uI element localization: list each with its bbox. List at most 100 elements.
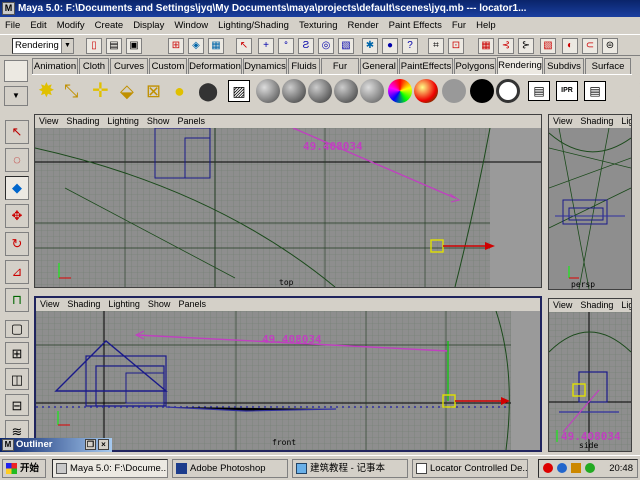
viewport-menu-lighting[interactable]: Lighting <box>104 298 144 311</box>
handle-mask-icon[interactable]: + <box>258 38 274 54</box>
spot-light-icon[interactable]: ⬙ <box>120 79 134 103</box>
shelf-tab-deformation[interactable]: Deformation <box>188 58 242 74</box>
four-pane-layout-icon[interactable]: ⊞ <box>5 342 29 364</box>
select-object-icon[interactable]: ◈ <box>188 38 204 54</box>
move-tool-icon[interactable]: ✥ <box>5 204 29 228</box>
shelf-tab-fur[interactable]: Fur <box>321 58 359 74</box>
curve-mask-icon[interactable]: Ƨ <box>298 38 314 54</box>
snap-grid-icon[interactable]: ⌗ <box>428 38 444 54</box>
viewport-menu-shading[interactable]: Shading <box>63 298 104 311</box>
viewport-side[interactable]: ViewShadingLighting 49.408034 side <box>548 298 632 452</box>
new-scene-icon[interactable]: ▯ <box>86 38 102 54</box>
taskbar-item-photoshop[interactable]: Adobe Photoshop <box>172 459 288 478</box>
viewport-menu-shading[interactable]: Shading <box>576 299 617 312</box>
hypershade-icon[interactable]: ▨ <box>228 80 250 102</box>
taskbar-item-notepad[interactable]: 建筑教程 - 记事本 <box>292 459 408 478</box>
menu-texturing[interactable]: Texturing <box>294 17 343 34</box>
menu-modify[interactable]: Modify <box>52 17 90 34</box>
menu-lighting-shading[interactable]: Lighting/Shading <box>213 17 294 34</box>
point-light-icon[interactable]: ✛ <box>92 79 109 103</box>
open-scene-icon[interactable]: ▤ <box>106 38 122 54</box>
shelf-tab-dynamics[interactable]: Dynamics <box>243 58 287 74</box>
area-light-icon[interactable]: ⊠ <box>146 79 161 103</box>
viewport-menu-lighting[interactable]: Lighting <box>617 299 631 312</box>
shelf-tab-animation[interactable]: Animation <box>32 58 78 74</box>
select-hierarchy-icon[interactable]: ⊞ <box>168 38 184 54</box>
deformer-mask-icon[interactable]: ▧ <box>338 38 354 54</box>
anisotropic-shader-icon[interactable] <box>360 79 384 103</box>
directional-light-icon[interactable]: ⤡ <box>64 79 78 103</box>
camera-icon[interactable]: ⬤ <box>198 79 218 103</box>
shelf-tab-cloth[interactable]: Cloth <box>79 58 109 74</box>
rendering-mask-icon[interactable]: ● <box>382 38 398 54</box>
select-mask-icon[interactable]: ↖ <box>236 38 252 54</box>
shelf-menu-button[interactable] <box>4 60 28 82</box>
phonge-shader-icon[interactable] <box>334 79 358 103</box>
shelf-tab-subdivs[interactable]: Subdivs <box>544 58 584 74</box>
use-background-icon[interactable] <box>470 79 494 103</box>
layered-shader-icon[interactable] <box>388 79 412 103</box>
single-pane-layout-icon[interactable]: ▢ <box>5 320 29 338</box>
lambert-shader-icon[interactable] <box>282 79 306 103</box>
taskbar-item-locator-doc[interactable]: Locator Controlled De... <box>412 459 528 478</box>
surface-shader-icon[interactable] <box>442 79 466 103</box>
viewport-menu-view[interactable]: View <box>36 298 63 311</box>
menu-display[interactable]: Display <box>128 17 169 34</box>
rotate-tool-icon[interactable]: ↻ <box>5 232 29 256</box>
ipr-render-shelf-icon[interactable]: IPR <box>556 81 578 101</box>
outliner-window-title[interactable]: M Outliner ❐ × <box>0 438 112 452</box>
render-globals-shelf-icon[interactable]: ▤ <box>584 81 606 101</box>
taskbar-item-maya[interactable]: Maya 5.0: F:\Docume... <box>52 459 168 478</box>
menuset-dropdown[interactable]: Rendering ▼ <box>12 38 74 54</box>
select-component-icon[interactable]: ▦ <box>208 38 224 54</box>
tray-icon[interactable] <box>543 463 553 473</box>
shelf-tab-custom[interactable]: Custom <box>149 58 187 74</box>
shelf-tab-fluids[interactable]: Fluids <box>288 58 320 74</box>
viewport-menu-view[interactable]: View <box>549 115 576 128</box>
viewport-menu-show[interactable]: Show <box>143 115 174 128</box>
shelf-tab-general[interactable]: General <box>360 58 398 74</box>
blinn-shader-icon[interactable] <box>256 79 280 103</box>
render-current-frame-icon[interactable]: ▤ <box>528 81 550 101</box>
shelf-tab-polygons[interactable]: Polygons <box>454 58 496 74</box>
network-icon[interactable] <box>557 463 567 473</box>
shelf-tab-rendering[interactable]: Rendering <box>497 57 543 74</box>
viewport-menu-shading[interactable]: Shading <box>62 115 103 128</box>
volume-light-icon[interactable]: ● <box>174 79 185 103</box>
menu-create[interactable]: Create <box>90 17 129 34</box>
menu-edit[interactable]: Edit <box>25 17 51 34</box>
ime-icon[interactable] <box>585 463 595 473</box>
outliner-persp-layout-icon[interactable]: ⊟ <box>5 394 29 416</box>
two-pane-layout-icon[interactable]: ◫ <box>5 368 29 390</box>
paint-select-tool-icon[interactable]: ◆ <box>5 176 29 200</box>
chevron-down-icon[interactable]: ▼ <box>61 39 73 53</box>
viewport-menu-shading[interactable]: Shading <box>576 115 617 128</box>
restore-icon[interactable]: ❐ <box>85 439 96 450</box>
viewport-top[interactable]: View Shading Lighting Show Panels 49.408034 … <box>34 114 542 288</box>
phong-shader-icon[interactable] <box>308 79 332 103</box>
manipulator-tool-icon[interactable]: ⊓ <box>5 288 29 312</box>
surface-mask-icon[interactable]: ◎ <box>318 38 334 54</box>
shelf-tab-surface[interactable]: Surface <box>585 58 631 74</box>
menu-window[interactable]: Window <box>169 17 213 34</box>
viewport-persp[interactable]: ViewShadingLighting persp <box>548 114 632 290</box>
viewport-menu-view[interactable]: View <box>35 115 62 128</box>
ipr-render-icon[interactable]: ⊂ <box>582 38 598 54</box>
shelf-tab-painteffects[interactable]: PaintEffects <box>399 58 453 74</box>
snap-curve-icon[interactable]: ⊡ <box>448 38 464 54</box>
shelf-tab-toggle[interactable]: ▼ <box>4 86 28 106</box>
misc-mask-icon[interactable]: ? <box>402 38 418 54</box>
graph-persp-layout-icon[interactable]: ≋ <box>5 420 29 440</box>
shelf-tab-curves[interactable]: Curves <box>110 58 148 74</box>
viewport-front[interactable]: View Shading Lighting Show Panels 49.408034 … <box>34 296 542 452</box>
menu-render[interactable]: Render <box>343 17 384 34</box>
joint-mask-icon[interactable]: ᐤ <box>278 38 294 54</box>
render-globals-icon[interactable]: ⊜ <box>602 38 618 54</box>
ramp-shader-icon[interactable] <box>414 79 438 103</box>
input-ops-icon[interactable]: ⊰ <box>498 38 514 54</box>
ambient-light-icon[interactable]: ✸ <box>38 79 55 103</box>
menu-help[interactable]: Help <box>471 17 501 34</box>
select-tool-icon[interactable]: ↖ <box>5 120 29 144</box>
viewport-menu-view[interactable]: View <box>549 299 576 312</box>
viewport-menu-panels[interactable]: Panels <box>174 298 210 311</box>
